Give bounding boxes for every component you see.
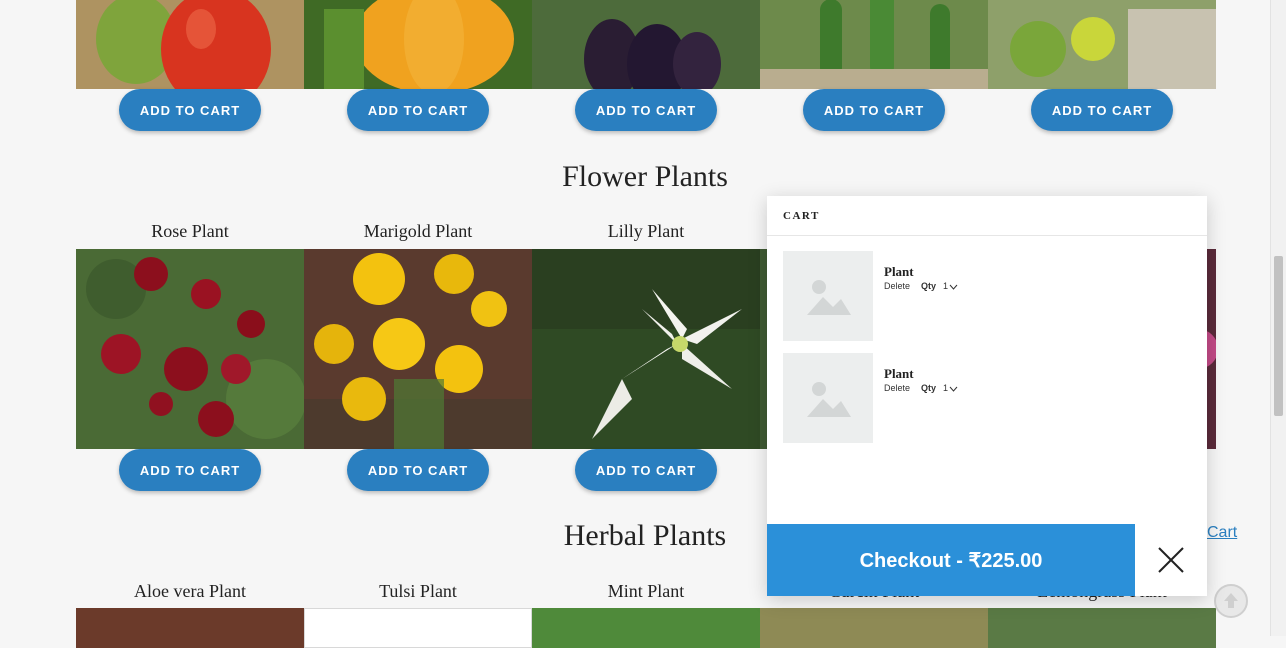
arrow-up-icon	[1224, 593, 1238, 608]
chevron-down-icon[interactable]	[949, 385, 958, 394]
cart-item: Plant Delete Qty 1	[783, 251, 1183, 341]
image-placeholder-icon	[783, 353, 873, 443]
pumpkin-plant-image	[304, 0, 532, 89]
lemon-plant-image	[988, 0, 1216, 89]
add-to-cart-button[interactable]: ADD TO CART	[347, 449, 489, 491]
chevron-down-icon[interactable]	[949, 283, 958, 292]
tulsi-plant-image	[304, 608, 532, 648]
eggplant-plant-image	[532, 0, 760, 89]
scroll-to-top-button[interactable]	[1214, 584, 1248, 618]
add-to-cart-button[interactable]: ADD TO CART	[575, 449, 717, 491]
cart-link[interactable]: Cart	[1207, 524, 1237, 542]
plant-name: Mint Plant	[607, 581, 685, 601]
add-to-cart-button[interactable]: ADD TO CART	[119, 449, 261, 491]
cart-item-qty-label: Qty	[921, 383, 937, 393]
add-to-cart-button[interactable]: ADD TO CART	[119, 89, 261, 131]
cart-item: Plant Delete Qty 1	[783, 353, 1183, 443]
image-placeholder-icon	[783, 251, 873, 341]
add-to-cart-button[interactable]: ADD TO CART	[347, 89, 489, 131]
close-cart-button[interactable]	[1135, 524, 1207, 596]
section-title-flower: Flower Plants	[562, 160, 728, 193]
lemongrass-plant-image	[988, 608, 1216, 648]
add-to-cart-button[interactable]: ADD TO CART	[1031, 89, 1173, 131]
cart-header: CART	[767, 196, 1207, 236]
add-to-cart-button[interactable]: ADD TO CART	[803, 89, 945, 131]
cart-item-delete-link[interactable]: Delete	[884, 383, 910, 393]
cart-item-name: Plant	[884, 366, 914, 381]
mint-plant-image	[532, 608, 760, 648]
plant-name: Tulsi Plant	[379, 581, 457, 601]
curcin-plant-image	[760, 608, 988, 648]
checkout-button[interactable]: Checkout - ₹225.00	[767, 524, 1135, 596]
plant-name: Rose Plant	[151, 221, 229, 241]
rose-plant-image	[76, 249, 304, 449]
cart-item-name: Plant	[884, 264, 914, 279]
marigold-plant-image	[304, 249, 532, 449]
aloe-vera-plant-image	[76, 608, 304, 648]
plant-name: Aloe vera Plant	[134, 581, 246, 601]
plant-name: Lilly Plant	[607, 221, 685, 241]
add-to-cart-button[interactable]: ADD TO CART	[575, 89, 717, 131]
page-scrollbar[interactable]	[1270, 0, 1286, 636]
cart-item-qty-label: Qty	[921, 281, 937, 291]
cucumber-plant-image	[760, 0, 988, 89]
cart-panel: CART Plant Delete Qty 1 Plant Delete Qty…	[767, 196, 1207, 596]
tomato-plant-image	[76, 0, 304, 89]
cart-item-qty-select[interactable]: 1	[943, 281, 948, 291]
scrollbar-thumb[interactable]	[1274, 256, 1283, 416]
lilly-plant-image	[532, 249, 760, 449]
plant-name: Marigold Plant	[363, 221, 473, 241]
close-icon	[1158, 547, 1184, 573]
cart-item-qty-select[interactable]: 1	[943, 383, 948, 393]
cart-item-delete-link[interactable]: Delete	[884, 281, 910, 291]
